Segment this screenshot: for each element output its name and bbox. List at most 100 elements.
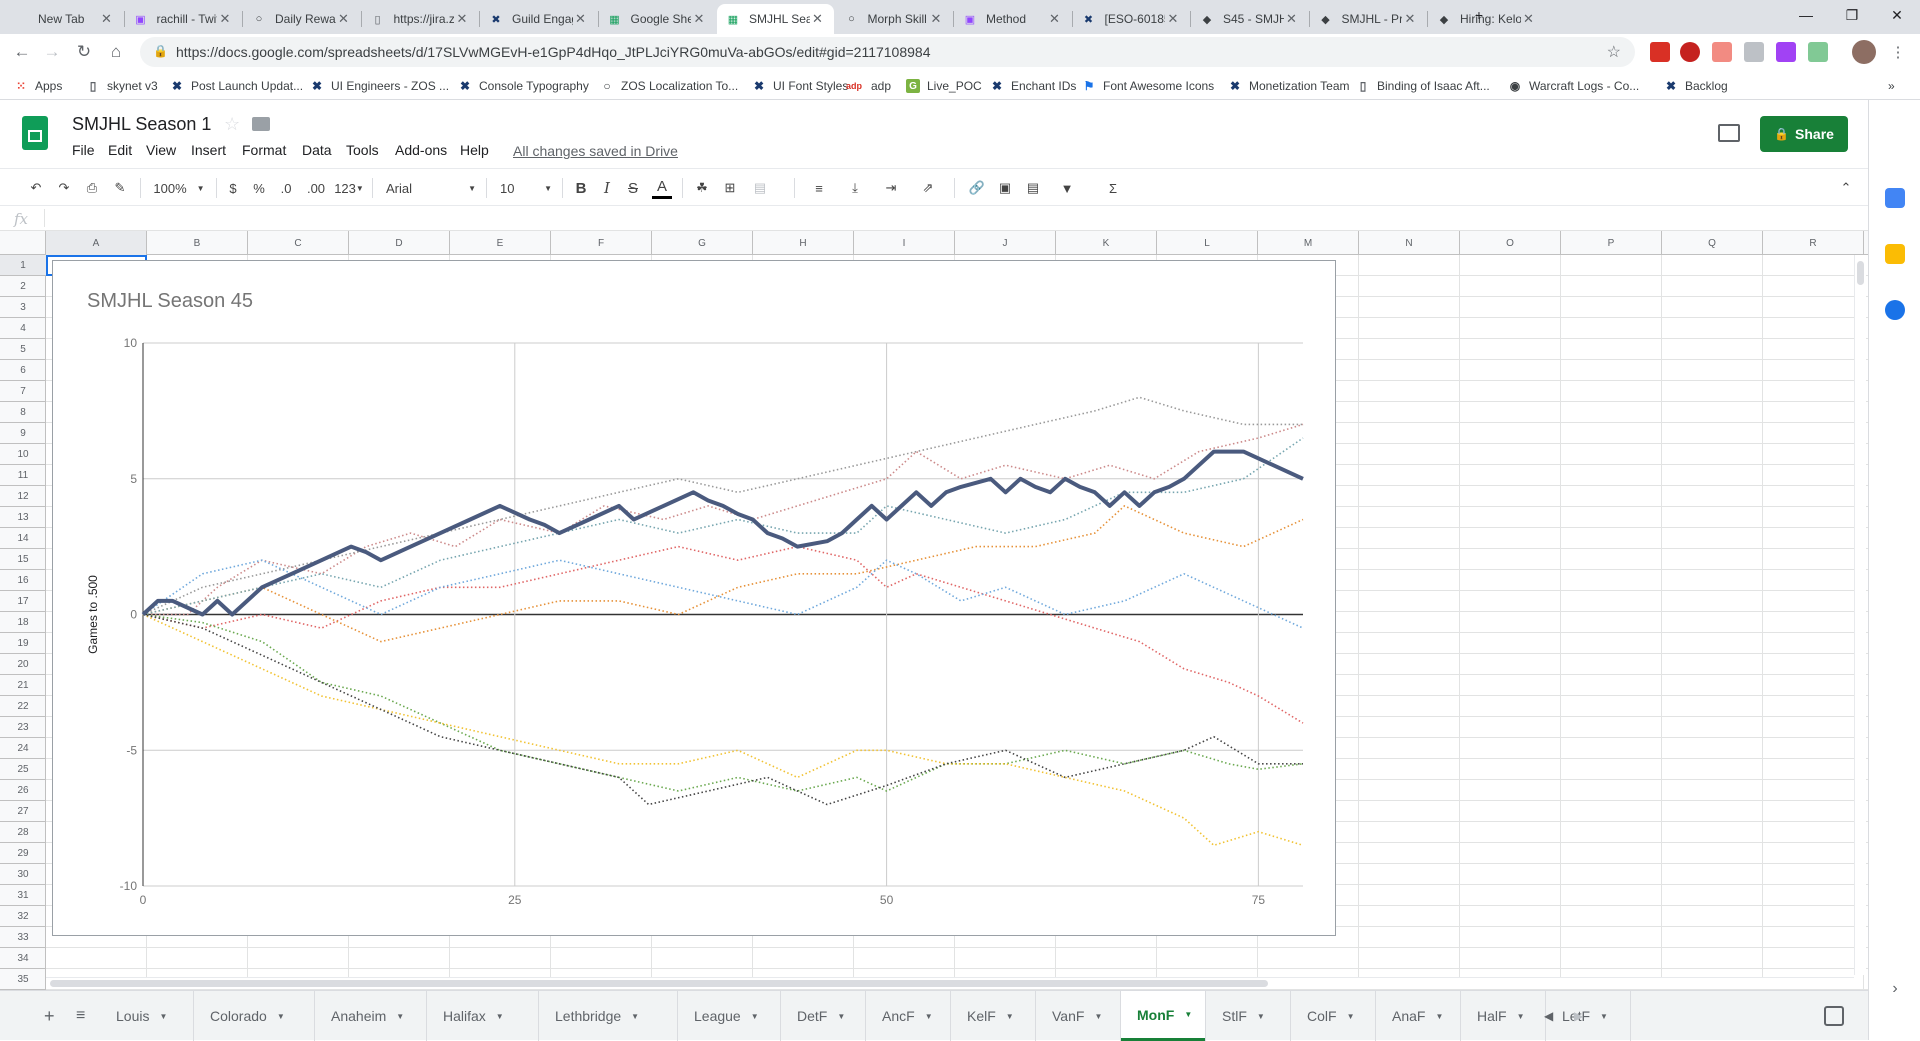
row-header[interactable]: 10 <box>0 444 46 465</box>
sheet-tab[interactable]: DetF ▼ <box>781 991 865 1041</box>
browser-tab[interactable]: ▣ rachill - Twit ✕ <box>125 4 242 34</box>
close-tab-icon[interactable]: ✕ <box>1165 11 1181 27</box>
redo-icon[interactable]: ↷ <box>54 177 74 199</box>
menu-insert[interactable]: Insert <box>191 142 226 158</box>
column-header[interactable]: G <box>652 231 753 255</box>
extension-icon-5[interactable] <box>1776 42 1796 62</box>
sheet-tab[interactable]: League ▼ <box>678 991 780 1041</box>
text-rotation-icon[interactable]: ⇗ <box>914 177 942 199</box>
bookmark-item[interactable]: ⁙ Apps <box>14 77 62 95</box>
horizontal-scrollbar[interactable] <box>46 977 1854 989</box>
scroll-tabs-right-icon[interactable]: ▶ <box>1574 991 1583 1041</box>
column-header[interactable]: D <box>349 231 450 255</box>
folder-icon[interactable] <box>252 117 270 131</box>
menu-edit[interactable]: Edit <box>108 142 132 158</box>
row-header[interactable]: 13 <box>0 507 46 528</box>
row-header[interactable]: 32 <box>0 906 46 927</box>
row-header[interactable]: 25 <box>0 759 46 780</box>
profile-avatar[interactable] <box>1852 40 1876 64</box>
bookmark-item[interactable]: ⚑ Font Awesome Icons <box>1082 77 1215 95</box>
scroll-tabs-left-icon[interactable]: ◀ <box>1544 991 1553 1041</box>
browser-tab[interactable]: ○ Daily Reward✕ <box>243 4 360 34</box>
sheet-tab-menu-icon[interactable]: ▼ <box>631 1012 639 1021</box>
close-tab-icon[interactable]: ✕ <box>928 11 944 27</box>
comments-icon[interactable] <box>1718 124 1740 142</box>
column-header[interactable]: J <box>955 231 1056 255</box>
browser-tab[interactable]: ◆ S45 - SMJHL✕ <box>1191 4 1308 34</box>
close-tab-icon[interactable]: ✕ <box>1402 11 1418 27</box>
strikethrough-icon[interactable]: S <box>624 177 642 199</box>
extension-icon-1[interactable] <box>1650 42 1670 62</box>
italic-icon[interactable]: I <box>598 177 616 199</box>
sheet-tab-menu-icon[interactable]: ▼ <box>159 1012 167 1021</box>
sheet-tab-menu-icon[interactable]: ▼ <box>751 1012 759 1021</box>
close-window-icon[interactable]: ✕ <box>1874 0 1920 30</box>
menu-view[interactable]: View <box>146 142 176 158</box>
sheet-tab-menu-icon[interactable]: ▼ <box>1435 1012 1443 1021</box>
zoom-select[interactable]: 100% ▼ <box>152 177 206 199</box>
bookmark-item[interactable]: ◉ Warcraft Logs - Co... <box>1508 77 1640 95</box>
sheet-tab[interactable]: ColF ▼ <box>1291 991 1375 1041</box>
new-tab-button[interactable]: + <box>1456 0 1502 30</box>
ublock-icon[interactable] <box>1680 42 1700 62</box>
row-header[interactable]: 30 <box>0 864 46 885</box>
sheet-tab[interactable]: Anaheim ▼ <box>315 991 426 1041</box>
column-header[interactable]: H <box>753 231 854 255</box>
font-family-select[interactable]: Arial ▼ <box>386 177 476 199</box>
bookmark-item[interactable]: ✖ Backlog <box>1664 77 1728 95</box>
column-header[interactable]: O <box>1460 231 1561 255</box>
row-header[interactable]: 4 <box>0 318 46 339</box>
sheet-tab[interactable]: Louis ▼ <box>100 991 193 1041</box>
row-header[interactable]: 14 <box>0 528 46 549</box>
document-title[interactable]: SMJHL Season 1 <box>72 114 211 135</box>
add-sheet-icon[interactable]: + <box>44 991 55 1041</box>
bookmark-item[interactable]: G Live_POC <box>906 77 982 95</box>
bookmark-item[interactable]: ✖ UI Engineers - ZOS ... <box>310 77 449 95</box>
insert-chart-icon[interactable]: ▤ <box>1022 177 1044 199</box>
browser-menu-icon[interactable]: ⋮ <box>1884 38 1912 66</box>
bookmark-item[interactable]: adp adp <box>844 77 891 95</box>
row-header[interactable]: 7 <box>0 381 46 402</box>
vertical-align-icon[interactable]: ⤓ <box>842 177 868 199</box>
column-header[interactable]: B <box>147 231 248 255</box>
sheet-tab[interactable]: Lethbridge ▼ <box>539 991 677 1041</box>
explore-icon[interactable] <box>1824 1006 1844 1026</box>
percent-format-button[interactable]: % <box>252 177 266 199</box>
bookmark-item[interactable]: ✖ UI Font Styles <box>752 77 848 95</box>
browser-tab[interactable]: ▦ Google Shee✕ <box>599 4 716 34</box>
row-header[interactable]: 16 <box>0 570 46 591</box>
close-tab-icon[interactable]: ✕ <box>1047 11 1063 27</box>
menu-tools[interactable]: Tools <box>346 142 379 158</box>
address-bar[interactable]: 🔒 https://docs.google.com/spreadsheets/d… <box>140 37 1635 67</box>
sheet-tab-menu-icon[interactable]: ▼ <box>1257 1012 1265 1021</box>
column-header[interactable]: E <box>450 231 551 255</box>
row-header[interactable]: 17 <box>0 591 46 612</box>
close-tab-icon[interactable]: ✕ <box>691 11 707 27</box>
close-tab-icon[interactable]: ✕ <box>1521 11 1537 27</box>
borders-icon[interactable]: ⊞ <box>720 177 740 199</box>
calendar-icon[interactable] <box>1885 188 1905 208</box>
bookmark-item[interactable]: ▯ Binding of Isaac Aft... <box>1356 77 1490 95</box>
text-wrapping-icon[interactable]: ⇥ <box>878 177 904 199</box>
close-tab-icon[interactable]: ✕ <box>99 11 115 27</box>
sheet-tab[interactable]: Halifax ▼ <box>427 991 538 1041</box>
sheet-tab-menu-icon[interactable]: ▼ <box>1347 1012 1355 1021</box>
sheets-logo-icon[interactable] <box>22 116 48 150</box>
more-bookmarks-icon[interactable]: » <box>1888 77 1895 95</box>
sheet-tab-menu-icon[interactable]: ▼ <box>925 1012 933 1021</box>
column-header[interactable]: M <box>1258 231 1359 255</box>
row-header[interactable]: 11 <box>0 465 46 486</box>
extension-icon-4[interactable] <box>1744 42 1764 62</box>
minimize-window-icon[interactable]: — <box>1783 0 1829 30</box>
row-header[interactable]: 2 <box>0 276 46 297</box>
undo-icon[interactable]: ↶ <box>26 177 46 199</box>
number-format-select[interactable]: 123 ▼ <box>334 177 364 199</box>
decrease-decimal-button[interactable]: .0 <box>276 177 296 199</box>
sheet-tab[interactable]: LetF ▼ <box>1546 991 1630 1041</box>
browser-tab[interactable]: ✖ Guild Engag ✕ <box>480 4 597 34</box>
column-header[interactable]: N <box>1359 231 1460 255</box>
share-button[interactable]: 🔒 Share <box>1760 116 1848 152</box>
vertical-scroll-thumb[interactable] <box>1857 261 1864 285</box>
menu-add-ons[interactable]: Add-ons <box>395 142 447 158</box>
row-header[interactable]: 18 <box>0 612 46 633</box>
